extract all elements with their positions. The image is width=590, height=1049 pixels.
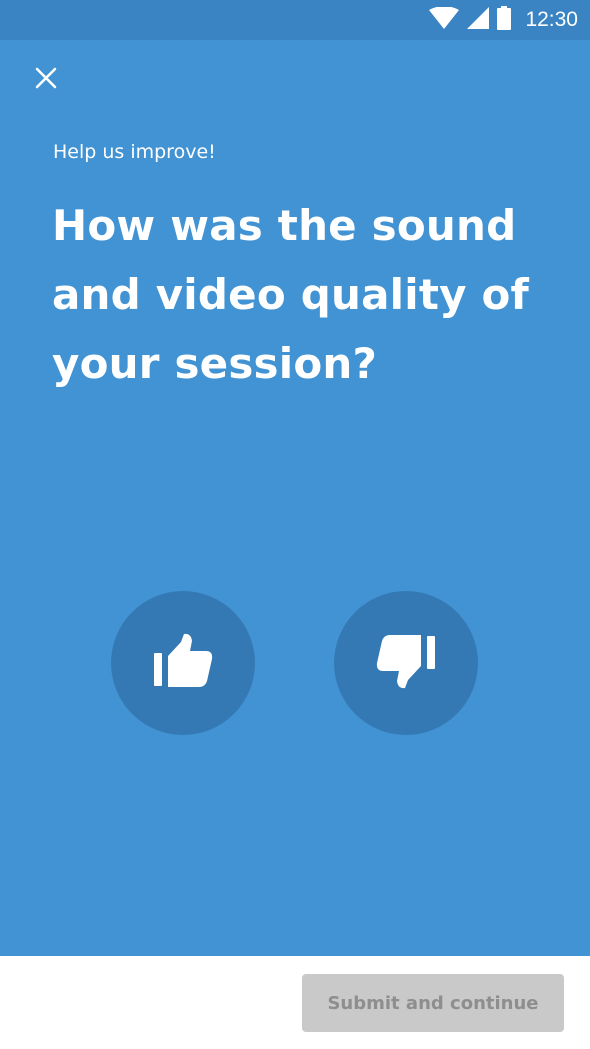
close-icon xyxy=(35,67,57,93)
footer-bar: Submit and continue xyxy=(0,956,590,1049)
wifi-icon xyxy=(429,6,460,33)
status-bar: 12:30 xyxy=(0,0,590,40)
status-time: 12:30 xyxy=(525,8,578,31)
survey-panel: Help us improve! How was the sound and v… xyxy=(0,40,590,956)
close-button[interactable] xyxy=(26,60,66,100)
thumbs-down-icon xyxy=(373,633,439,693)
question-title: How was the sound and video quality of y… xyxy=(52,201,530,388)
thumbs-up-button[interactable] xyxy=(111,591,255,735)
status-icons: 12:30 xyxy=(429,0,578,40)
thumbs-up-icon xyxy=(150,633,216,693)
submit-button[interactable]: Submit and continue xyxy=(302,974,564,1032)
signal-icon xyxy=(467,7,490,33)
eyebrow-text: Help us improve! xyxy=(53,141,216,163)
battery-icon xyxy=(497,6,512,34)
thumbs-down-button[interactable] xyxy=(334,591,478,735)
